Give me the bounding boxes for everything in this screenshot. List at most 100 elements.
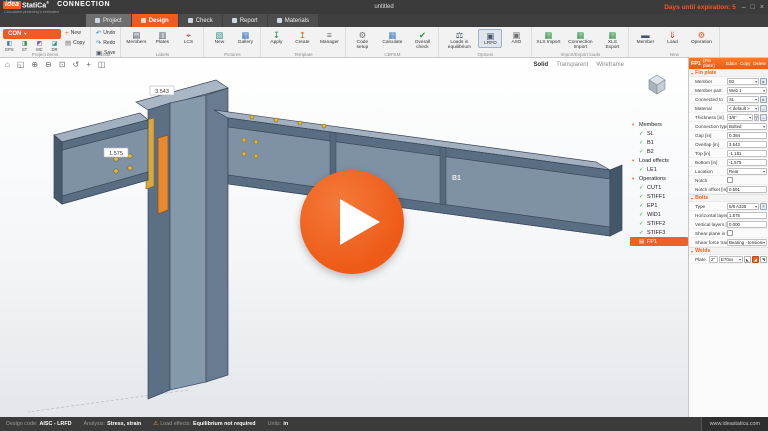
material-browse-button[interactable]: … [760, 105, 767, 112]
bolt-type-add-button[interactable]: + [760, 203, 767, 210]
bolt-type-dropdown[interactable]: 5/8 A325▾ [727, 203, 759, 210]
home-icon[interactable]: ⌂ [5, 60, 10, 69]
vertical-layers-input[interactable]: 0.000 [727, 221, 767, 228]
maximize-icon[interactable]: □ [751, 4, 755, 11]
horizontal-layers-input[interactable]: 1.575 [727, 212, 767, 219]
material-dropdown[interactable]: < default >▾ [727, 105, 759, 112]
zoom-in-icon[interactable]: ⊕ [31, 60, 38, 69]
location-dropdown[interactable]: Rear▾ [727, 168, 767, 175]
connection-type-dropdown[interactable]: Bolted▾ [727, 123, 767, 130]
goto-connected-member-button[interactable]: ▸ [760, 96, 767, 103]
tree-item-b1[interactable]: ✓B1 [630, 138, 688, 147]
asd-toggle[interactable]: ▣ASD [504, 29, 528, 46]
tree-item-sl[interactable]: ✓SL [630, 129, 688, 138]
st-button[interactable]: ◨ST [18, 41, 31, 52]
thickness-stepper[interactable]: ▴▾ [754, 114, 759, 121]
tab-report[interactable]: Report [223, 14, 267, 27]
weld-size-input[interactable]: 2" [709, 256, 718, 263]
play-video-button[interactable] [300, 170, 404, 274]
gap-input[interactable]: 0.394 [727, 132, 767, 139]
goto-member-button[interactable]: ▸ [760, 78, 767, 85]
tree-item-cut1[interactable]: ✓CUT1 [630, 183, 688, 192]
tree-item-stiff1[interactable]: ✓STIFF1 [630, 192, 688, 201]
apply-template-button[interactable]: ↧Apply [264, 29, 288, 46]
shear-force-transfer-dropdown[interactable]: Bearing - tension/shear interaction▾ [727, 239, 767, 246]
editor-button[interactable]: Editor [726, 61, 737, 66]
weld-double-fillet-icon[interactable]: ◢ [752, 256, 759, 263]
tree-header-members[interactable]: ▾Members [630, 120, 688, 129]
new-member-button[interactable]: ▬Member [632, 29, 658, 46]
tree-item-ep1[interactable]: ✓EP1 [630, 201, 688, 210]
tree-header-load-effects[interactable]: ▾Load effects [630, 156, 688, 165]
overlap-input[interactable]: 3.543 [727, 141, 767, 148]
view-cube-icon[interactable] [644, 72, 670, 96]
tree-item-stiff3[interactable]: ✓STIFF3 [630, 228, 688, 237]
tree-header-operations[interactable]: ▾Operations [630, 174, 688, 183]
view-mode-icon[interactable]: ◫ [98, 60, 106, 69]
mode-wireframe[interactable]: Wireframe [596, 62, 624, 68]
top-input[interactable]: -1.181 [727, 150, 767, 157]
section-bolts[interactable]: ▾Bolts [689, 194, 768, 202]
lcs-button[interactable]: ⌖LCS [176, 29, 200, 46]
thickness-browse-button[interactable]: … [760, 114, 767, 121]
tab-project[interactable]: Project [86, 14, 131, 27]
connected-to-dropdown[interactable]: SL▾ [727, 96, 759, 103]
tree-item-le1[interactable]: ✓LE1 [630, 165, 688, 174]
overall-check-button[interactable]: ✔Overall check [409, 29, 435, 51]
section-fin-plate[interactable]: ▾Fin plate [689, 69, 768, 77]
new-project-item-button[interactable]: +New [63, 29, 87, 37]
notch-offset-input[interactable]: 0.591 [727, 186, 767, 193]
website-link[interactable]: www.ideastatica.com [701, 417, 768, 431]
redo-button[interactable]: ↷Redo [94, 39, 118, 47]
pan-icon[interactable]: + [86, 60, 91, 69]
xls-export-button[interactable]: ▦XLS Export [599, 29, 625, 51]
member-dropdown[interactable]: B2▾ [727, 78, 759, 85]
tree-item-wid1[interactable]: ✓WID1 [630, 210, 688, 219]
stepper-down-icon[interactable]: ▾ [754, 117, 759, 121]
lrfd-toggle[interactable]: ▣LRFD [478, 29, 502, 48]
close-icon[interactable]: × [760, 4, 764, 11]
tree-item-stiff2[interactable]: ✓STIFF2 [630, 219, 688, 228]
weld-fillet-icon[interactable]: ◣ [744, 256, 751, 263]
member-part-dropdown[interactable]: Web 1▾ [727, 87, 767, 94]
shear-plane-checkbox[interactable] [727, 230, 733, 236]
dr-button[interactable]: ◪DR [48, 41, 61, 52]
new-operation-button[interactable]: ⚙Operation [686, 29, 716, 46]
tree-item-b2[interactable]: ✓B2 [630, 147, 688, 156]
new-load-button[interactable]: ⇓Load [660, 29, 684, 46]
zoom-out-icon[interactable]: ⊖ [45, 60, 52, 69]
plates-labels-button[interactable]: ▥Plates [150, 29, 174, 46]
minimize-icon[interactable]: – [742, 4, 746, 11]
calculate-button[interactable]: ▦Calculate [377, 29, 407, 46]
con-button[interactable]: CON▾ [3, 29, 61, 39]
members-labels-button[interactable]: ▤Members [124, 29, 148, 46]
tab-materials[interactable]: Materials [268, 14, 318, 27]
bottom-input[interactable]: -1.575 [727, 159, 767, 166]
copy-operation-button[interactable]: Copy [740, 61, 750, 66]
section-welds[interactable]: ▾Welds [689, 247, 768, 255]
3d-viewport[interactable]: ⌂ ◱ ⊕ ⊖ ⊡ ↺ + ◫ Solid Transparent Wirefr… [0, 58, 690, 417]
weld-butt-icon[interactable]: ◥ [760, 256, 767, 263]
undo-button[interactable]: ↶Undo [94, 29, 118, 37]
delete-operation-button[interactable]: Delete [753, 61, 766, 66]
zoom-window-icon[interactable]: ◱ [17, 60, 25, 69]
thickness-combo[interactable]: 3/8"▾ [727, 114, 753, 121]
rotate-icon[interactable]: ↺ [73, 60, 80, 69]
new-picture-button[interactable]: ▧New [207, 29, 231, 46]
zoom-fit-icon[interactable]: ⊡ [59, 60, 66, 69]
electrode-dropdown[interactable]: E70xx▾ [719, 256, 743, 263]
tab-design[interactable]: Design [132, 14, 178, 27]
gallery-button[interactable]: ▦Gallery [233, 29, 257, 46]
mode-transparent[interactable]: Transparent [556, 62, 588, 68]
code-setup-button[interactable]: ⚙Code setup [349, 29, 375, 51]
eps-button[interactable]: ◧EPS [3, 41, 16, 52]
mc-button[interactable]: ◩MC [33, 41, 46, 52]
copy-project-item-button[interactable]: ▤Copy [63, 39, 87, 47]
xls-import-button[interactable]: ▦XLS Import [535, 29, 561, 46]
loads-in-equilibrium-button[interactable]: ⚖Loads in equilibrium [442, 29, 476, 51]
connection-import-button[interactable]: ▦Connection Import [563, 29, 597, 51]
mode-solid[interactable]: Solid [534, 62, 549, 68]
tree-item-fp1-selected[interactable]: ▤FP1 [630, 237, 688, 246]
notch-checkbox[interactable] [727, 177, 733, 183]
create-template-button[interactable]: ↥Create [290, 29, 314, 46]
